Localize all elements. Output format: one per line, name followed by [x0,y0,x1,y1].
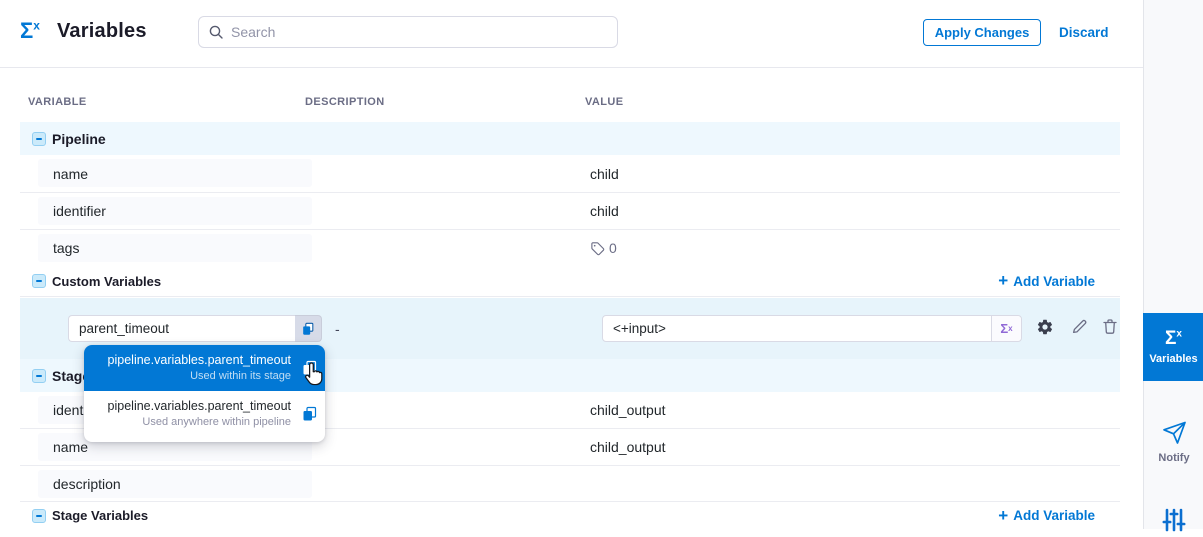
pencil-icon [1071,318,1088,335]
tag-icon [590,241,605,256]
copy-icon [301,360,317,376]
column-header-variable: VARIABLE [28,96,87,108]
row-value: child [590,166,619,182]
copy-icon [301,406,317,422]
expression-sigma-icon[interactable]: Σx [991,316,1021,341]
apply-changes-button[interactable]: Apply Changes [923,19,1041,46]
sidebar-item-notify[interactable]: Notify [1144,420,1203,464]
add-variable-button[interactable]: + Add Variable [998,274,1095,289]
dropdown-item-label: pipeline.variables.parent_timeout [96,399,291,413]
dropdown-item-stage-scope[interactable]: pipeline.variables.parent_timeout Used w… [84,345,325,391]
table-row: name child [20,155,1120,193]
search-box[interactable] [198,16,618,48]
description-dash: - [335,321,340,337]
section-custom-variables[interactable]: Custom Variables + Add Variable [20,266,1120,297]
settings-button[interactable] [1036,318,1054,336]
collapse-minus-icon[interactable] [32,509,46,523]
section-pipeline-label: Pipeline [52,131,106,147]
table-row: description [20,466,1120,502]
plus-icon: + [998,274,1008,288]
column-header-value: VALUE [585,96,623,108]
trash-icon [1102,318,1118,335]
add-variable-button[interactable]: + Add Variable [998,508,1095,523]
copy-icon [301,322,315,336]
collapse-minus-icon[interactable] [32,369,46,383]
variable-name-input[interactable] [68,315,295,342]
table-row: tags 0 [20,230,1120,267]
dropdown-item-sublabel: Used within its stage [96,370,291,382]
dropdown-item-pipeline-scope[interactable]: pipeline.variables.parent_timeout Used a… [84,391,325,437]
gear-icon [1036,318,1054,336]
dropdown-item-label: pipeline.variables.parent_timeout [96,353,291,367]
variable-value-input[interactable] [603,316,991,341]
table-row: identifier child [20,193,1120,230]
variables-sigma-icon: Σx [20,19,40,43]
copy-button[interactable] [295,315,322,342]
delete-button[interactable] [1102,318,1120,336]
section-stage-variables[interactable]: Stage Variables + Add Variable [20,502,1120,529]
discard-button[interactable]: Discard [1059,25,1109,40]
row-value: child [590,203,619,219]
copy-button[interactable] [301,406,317,422]
page-title: Variables [57,20,147,43]
variable-value-input-group: Σx [602,315,1022,342]
variables-sigma-icon: Σx [1165,329,1182,348]
sidebar-item-configure[interactable] [1162,508,1186,537]
variable-path-dropdown: pipeline.variables.parent_timeout Used w… [84,345,325,442]
row-value: child_output [590,402,666,418]
panel-header: Σx Variables Apply Changes Discard [0,0,1143,68]
search-input[interactable] [231,24,607,40]
column-header-description: DESCRIPTION [305,96,385,108]
section-pipeline[interactable]: Pipeline [20,122,1120,155]
row-value: child_output [590,439,666,455]
plus-icon: + [998,509,1008,523]
sidebar-item-label: Variables [1149,353,1197,365]
row-label: identifier [53,203,106,219]
section-stage-variables-label: Stage Variables [52,508,148,523]
sidebar-item-label: Notify [1158,452,1189,464]
tags-count: 0 [590,240,617,256]
row-label: description [53,476,121,492]
row-label: name [53,166,88,182]
collapse-minus-icon[interactable] [32,132,46,146]
right-sidebar: Σx Variables Notify [1143,0,1203,529]
row-label: tags [53,240,79,256]
sliders-icon [1162,508,1186,532]
edit-button[interactable] [1071,318,1089,336]
collapse-minus-icon[interactable] [32,274,46,288]
search-icon [209,25,223,39]
copy-button[interactable] [301,360,317,376]
dropdown-item-sublabel: Used anywhere within pipeline [96,416,291,428]
sidebar-item-variables[interactable]: Σx Variables [1143,313,1203,381]
row-label: name [53,439,88,455]
section-custom-variables-label: Custom Variables [52,274,161,289]
paper-plane-icon [1161,420,1187,446]
